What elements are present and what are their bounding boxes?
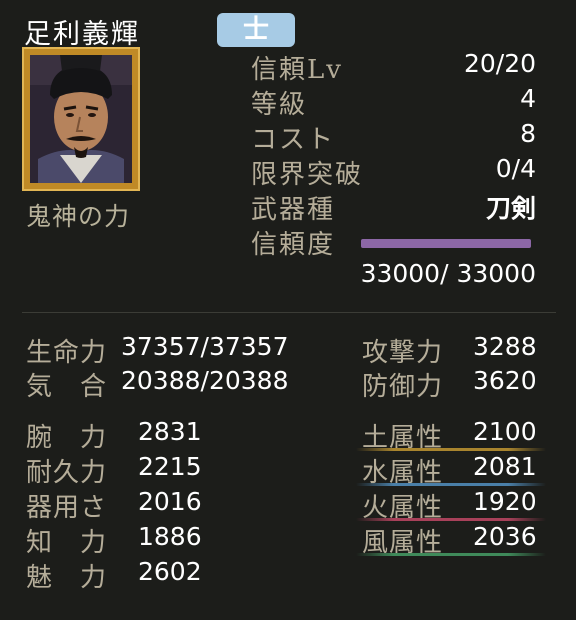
dexterity-value: 2016	[138, 487, 202, 516]
intelligence-label: 知 力	[26, 528, 108, 558]
cost-label: コスト	[251, 125, 336, 155]
grade-value: 4	[520, 84, 536, 113]
trust-label: 信頼度	[251, 230, 336, 260]
spirit-label: 気 合	[26, 372, 108, 402]
rank-badge: 士	[217, 13, 295, 47]
portrait-image	[30, 55, 132, 183]
character-portrait[interactable]	[22, 47, 140, 191]
limit-break-value: 0/4	[495, 154, 536, 183]
weapon-type-value: 刀剣	[485, 194, 536, 223]
weapon-type-label: 武器種	[251, 195, 336, 225]
limit-break-label: 限界突破	[251, 160, 364, 190]
hp-value: 37357/37357	[121, 332, 289, 361]
charisma-label: 魅 力	[26, 563, 108, 593]
endurance-label: 耐久力	[26, 458, 108, 488]
hp-label: 生命力	[26, 338, 108, 368]
fire-attr-underline	[356, 518, 546, 521]
trust-level-value: 20/20	[463, 49, 536, 78]
intelligence-value: 1886	[138, 522, 202, 551]
grade-label: 等級	[251, 90, 308, 120]
attack-label: 攻撃力	[362, 338, 444, 368]
endurance-value: 2215	[138, 452, 202, 481]
wind-attr-underline	[356, 553, 546, 556]
charisma-value: 2602	[138, 557, 202, 586]
wind-attr-value: 2036	[473, 522, 537, 551]
character-name: 足利義輝	[24, 19, 140, 50]
strength-value: 2831	[138, 417, 202, 446]
water-attr-underline	[356, 483, 546, 486]
cost-value: 8	[520, 119, 536, 148]
defense-label: 防御力	[362, 372, 444, 402]
trust-level-label: 信頼Lv	[251, 55, 343, 85]
dexterity-label: 器用さ	[26, 493, 108, 523]
trust-value: 33000/ 33000	[360, 259, 536, 288]
skill-name: 鬼神の力	[26, 202, 131, 231]
defense-value: 3620	[473, 366, 537, 395]
section-divider	[22, 312, 556, 313]
attack-value: 3288	[473, 332, 537, 361]
strength-label: 腕 力	[26, 423, 108, 453]
fire-attr-value: 1920	[473, 487, 537, 516]
water-attr-value: 2081	[473, 452, 537, 481]
trust-progress-fill	[361, 239, 531, 248]
earth-attr-underline	[356, 448, 546, 451]
character-status-panel: 足利義輝 士 鬼神の力 信頼Lv 20/20 等級 4 コスト 8 限界突破 0…	[0, 0, 576, 620]
earth-attr-value: 2100	[473, 417, 537, 446]
trust-progress-bar	[361, 239, 531, 248]
spirit-value: 20388/20388	[121, 366, 289, 395]
